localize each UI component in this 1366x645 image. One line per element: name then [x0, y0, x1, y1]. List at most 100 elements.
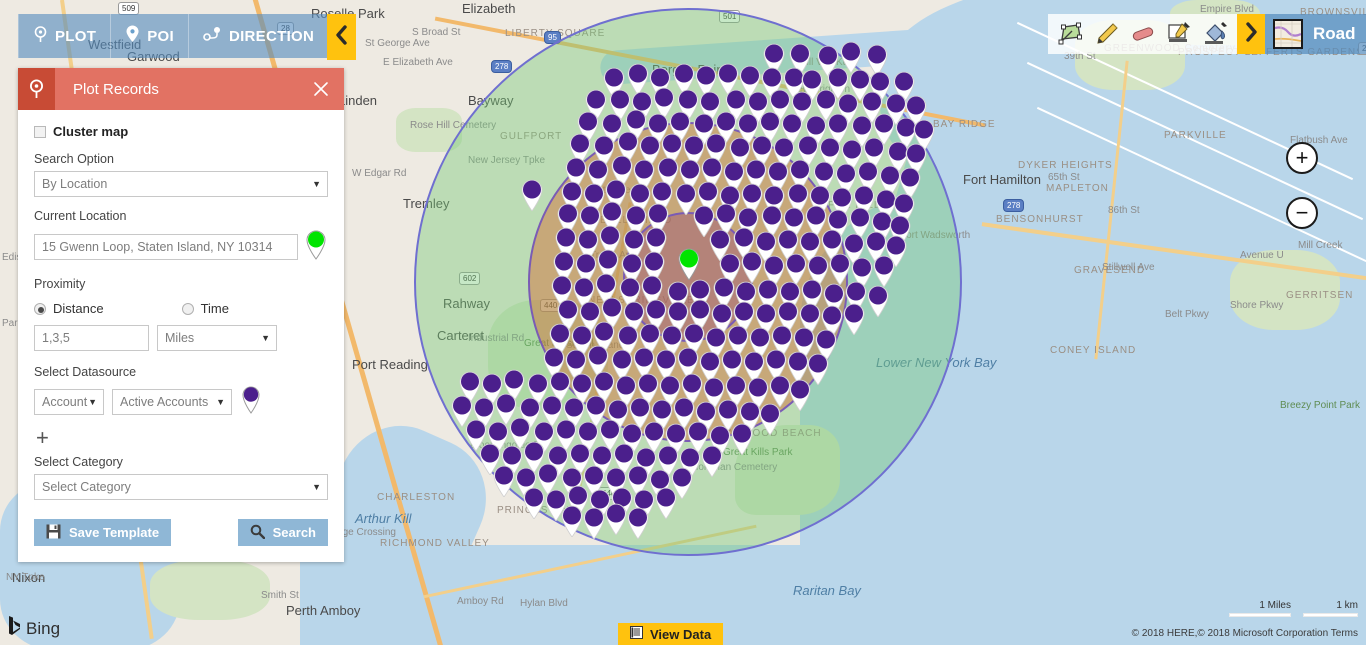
current-location-marker-icon[interactable]: [304, 228, 328, 265]
proximity-distance-label: Distance: [53, 301, 104, 316]
paint-bucket-icon[interactable]: [1198, 17, 1232, 51]
drawing-toolbar: [1048, 14, 1238, 54]
current-location-label: Current Location: [34, 209, 328, 223]
maptype-road-button[interactable]: Road: [1265, 14, 1366, 54]
proximity-distance-input[interactable]: 1,3,5: [34, 325, 149, 351]
plot-record-pin[interactable]: [787, 377, 813, 411]
search-option-select-wrap[interactable]: By Location ▼: [34, 171, 328, 197]
plot-record-pin[interactable]: [519, 177, 545, 211]
close-icon[interactable]: [312, 80, 330, 98]
panel-collapse-button[interactable]: [327, 14, 356, 60]
edit-note-icon[interactable]: [1162, 17, 1196, 51]
category-label: Select Category: [34, 455, 328, 469]
maptype-label: Road: [1313, 24, 1356, 44]
chevron-right-icon: [1245, 22, 1258, 47]
bing-label: Bing: [26, 619, 60, 639]
cluster-map-label: Cluster map: [53, 124, 128, 139]
direction-icon: [203, 26, 222, 46]
proximity-mode-row: Distance Time: [34, 301, 328, 316]
highway-shield: 278: [1003, 199, 1024, 212]
proximity-time-label: Time: [201, 301, 229, 316]
proximity-unit-select[interactable]: Miles: [157, 325, 277, 351]
current-location-input[interactable]: 15 Gwenn Loop, Staten Island, NY 10314: [34, 234, 298, 260]
search-option-label: Search Option: [34, 152, 328, 166]
nav-tab-direction[interactable]: DIRECTION: [189, 14, 328, 58]
map-application: WestfieldGarwoodRoselle ParkElizabethBay…: [0, 0, 1366, 645]
plot-record-pin[interactable]: [865, 283, 891, 317]
shape-select-icon[interactable]: [1054, 17, 1088, 51]
search-button[interactable]: Search: [238, 519, 328, 546]
current-location-group: Current Location 15 Gwenn Loop, Staten I…: [34, 209, 328, 265]
panel-body: Cluster map Search Option By Location ▼ …: [18, 110, 344, 505]
poi-pin-icon: [125, 25, 140, 47]
category-select[interactable]: Select Category: [34, 474, 328, 500]
proximity-label: Proximity: [34, 277, 328, 291]
map-pin-icon: [33, 26, 48, 47]
save-template-button[interactable]: Save Template: [34, 519, 171, 546]
view-data-button[interactable]: View Data: [618, 623, 723, 645]
nav-tab-poi-label: POI: [147, 28, 174, 45]
datasource-view-select[interactable]: Active Accounts: [112, 389, 232, 415]
datasource-row: Account ▼ Active Accounts ▼: [34, 384, 328, 419]
nav-tab-poi[interactable]: POI: [111, 14, 189, 58]
scale-miles-label: 1 Miles: [1229, 600, 1291, 611]
highway-shield: 278: [491, 60, 512, 73]
zoom-in-button[interactable]: +: [1286, 142, 1318, 174]
plus-icon: +: [36, 425, 49, 450]
plus-icon: +: [1296, 147, 1309, 169]
proximity-group: Proximity Distance Time 1,3,5: [34, 277, 328, 351]
plot-record-pin[interactable]: [757, 401, 783, 435]
save-template-label: Save Template: [69, 525, 159, 540]
scale-km-label: 1 km: [1303, 600, 1358, 611]
panel-header: Plot Records: [18, 68, 344, 110]
current-location-marker[interactable]: [676, 246, 702, 280]
magnifier-icon: [250, 524, 265, 542]
plot-record-pin[interactable]: [625, 505, 651, 539]
minus-icon: −: [1296, 202, 1309, 224]
datasource-entity-select[interactable]: Account: [34, 389, 104, 415]
radio-distance-dot: [34, 303, 46, 315]
floppy-disk-icon: [46, 524, 61, 542]
plot-record-pin[interactable]: [841, 301, 867, 335]
panel-footer: Save Template Search: [18, 505, 344, 562]
table-icon: [630, 626, 643, 642]
category-group: Select Category Select Category ▼: [34, 455, 328, 500]
map-copyright: © 2018 HERE,© 2018 Microsoft Corporation…: [1132, 628, 1358, 639]
radio-time-dot: [182, 303, 194, 315]
plot-record-pin[interactable]: [729, 421, 755, 455]
nav-tab-direction-label: DIRECTION: [229, 28, 314, 45]
search-option-group: Search Option By Location ▼: [34, 152, 328, 197]
datasource-entity-wrap[interactable]: Account ▼: [34, 389, 104, 415]
plot-record-pin[interactable]: [653, 485, 679, 519]
eraser-icon[interactable]: [1126, 17, 1160, 51]
proximity-distance-radio[interactable]: Distance: [34, 301, 104, 316]
plot-record-pin[interactable]: [699, 443, 725, 477]
pencil-icon[interactable]: [1090, 17, 1124, 51]
panel-title: Plot Records: [73, 81, 159, 98]
datasource-group: Select Datasource Account ▼ Active Accou…: [34, 365, 328, 419]
current-location-row: 15 Gwenn Loop, Staten Island, NY 10314: [34, 228, 328, 265]
bing-logo[interactable]: Bing: [8, 616, 60, 641]
search-option-select[interactable]: By Location: [34, 171, 328, 197]
proximity-unit-wrap[interactable]: Miles ▼: [157, 325, 277, 351]
nav-tab-plot[interactable]: PLOT: [18, 14, 111, 58]
proximity-value-row: 1,3,5 Miles ▼: [34, 325, 328, 351]
chevron-left-icon: [335, 25, 348, 50]
add-datasource-button[interactable]: +: [36, 429, 52, 447]
view-data-label: View Data: [650, 627, 711, 642]
category-select-wrap[interactable]: Select Category ▼: [34, 474, 328, 500]
scale-km: 1 km: [1303, 600, 1358, 617]
zoom-out-button[interactable]: −: [1286, 197, 1318, 229]
datasource-marker-icon[interactable]: [240, 384, 262, 419]
scale-bar: 1 Miles 1 km: [1229, 600, 1358, 617]
proximity-distance-field[interactable]: 1,3,5: [34, 325, 149, 351]
cluster-map-checkbox[interactable]: [34, 126, 46, 138]
search-label: Search: [273, 525, 316, 540]
datasource-label: Select Datasource: [34, 365, 328, 379]
plot-record-pin[interactable]: [871, 253, 897, 287]
proximity-time-radio[interactable]: Time: [182, 301, 229, 316]
maptype-expand-button[interactable]: [1237, 14, 1265, 54]
cluster-map-row[interactable]: Cluster map: [34, 124, 328, 139]
plot-records-panel: Plot Records Cluster map Search Option B…: [18, 68, 344, 562]
datasource-view-wrap[interactable]: Active Accounts ▼: [112, 389, 232, 415]
